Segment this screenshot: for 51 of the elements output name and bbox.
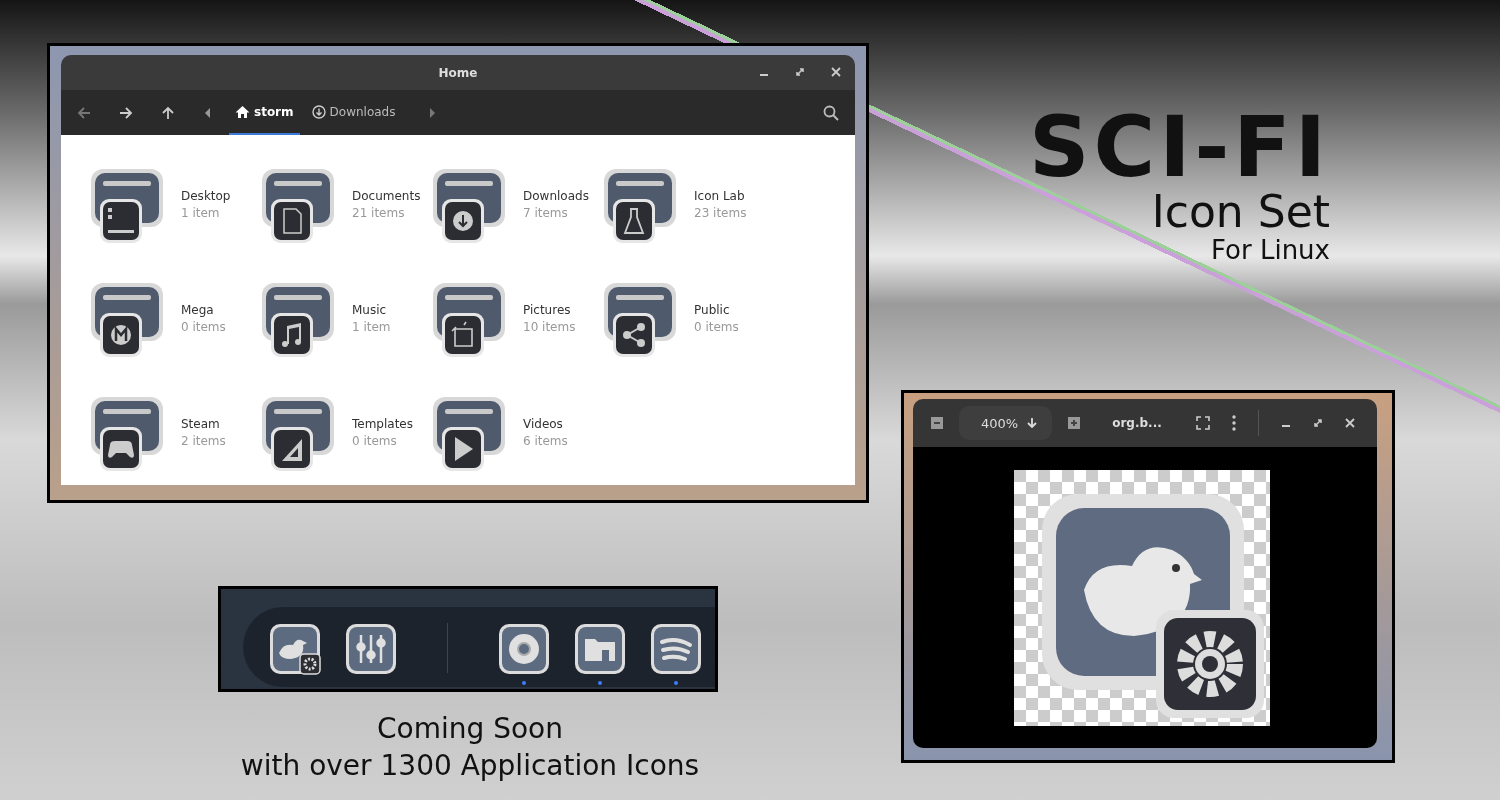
app-icon[interactable]: [574, 623, 626, 685]
item-count: 21 items: [352, 206, 406, 220]
item-count: 6 items: [523, 434, 568, 448]
right-caret-icon[interactable]: [429, 106, 438, 119]
maximize-icon[interactable]: [795, 67, 805, 77]
forward-arrow-icon[interactable]: [119, 105, 133, 120]
left-caret-icon[interactable]: [203, 106, 211, 119]
home-icon: [235, 104, 250, 119]
tagline-text: with over 1300 Application Icons: [240, 749, 700, 782]
folder-name: Templates: [352, 417, 413, 431]
headline-platform: For Linux: [1211, 235, 1330, 266]
download-icon: [311, 104, 326, 119]
folder-name: Mega: [181, 303, 215, 317]
back-arrow-icon[interactable]: [77, 105, 91, 120]
app-icon[interactable]: [498, 623, 550, 685]
folder-name: Pictures: [523, 303, 572, 317]
fullscreen-icon[interactable]: [1195, 416, 1210, 430]
zoom-level-button[interactable]: 400%: [959, 406, 1053, 440]
close-icon[interactable]: [831, 67, 841, 77]
headline-subtitle: Icon Set: [1151, 189, 1330, 236]
item-count: 10 items: [523, 320, 576, 334]
folder-name: Music: [352, 303, 388, 317]
item-count: 1 item: [181, 206, 221, 220]
item-count: 1 item: [352, 320, 391, 334]
tagline-text: Coming Soon: [377, 712, 563, 745]
item-count: 7 items: [523, 206, 569, 220]
folder-name: Public: [694, 303, 731, 317]
app-icon[interactable]: [650, 623, 702, 685]
item-count: 23 items: [694, 206, 747, 220]
close-icon[interactable]: [1344, 418, 1355, 428]
folder-name: Desktop: [181, 189, 231, 203]
down-arrow-icon: [1026, 417, 1039, 429]
headline-title: SCI-FI: [1029, 105, 1330, 189]
search-icon[interactable]: [823, 104, 839, 121]
folder-name: Documents: [352, 189, 421, 203]
maximize-icon[interactable]: [1312, 418, 1323, 428]
item-count: 0 items: [352, 434, 398, 448]
item-count: 2 items: [181, 434, 226, 448]
path-button[interactable]: Downloads: [305, 90, 402, 135]
file-name: org.b...: [1112, 416, 1162, 430]
folder-name: Icon Lab: [694, 189, 746, 203]
menu-icon[interactable]: [1231, 415, 1236, 431]
item-count: 0 items: [181, 320, 226, 334]
zoom-in-icon[interactable]: [1068, 417, 1081, 429]
zoom-out-icon[interactable]: [931, 417, 943, 429]
folder-name: Downloads: [523, 189, 589, 203]
folder-name: Steam: [181, 417, 221, 431]
item-count: 0 items: [694, 320, 739, 334]
up-arrow-icon[interactable]: [161, 105, 175, 120]
folder-name: Videos: [523, 417, 564, 431]
window-title: Home: [438, 65, 478, 80]
